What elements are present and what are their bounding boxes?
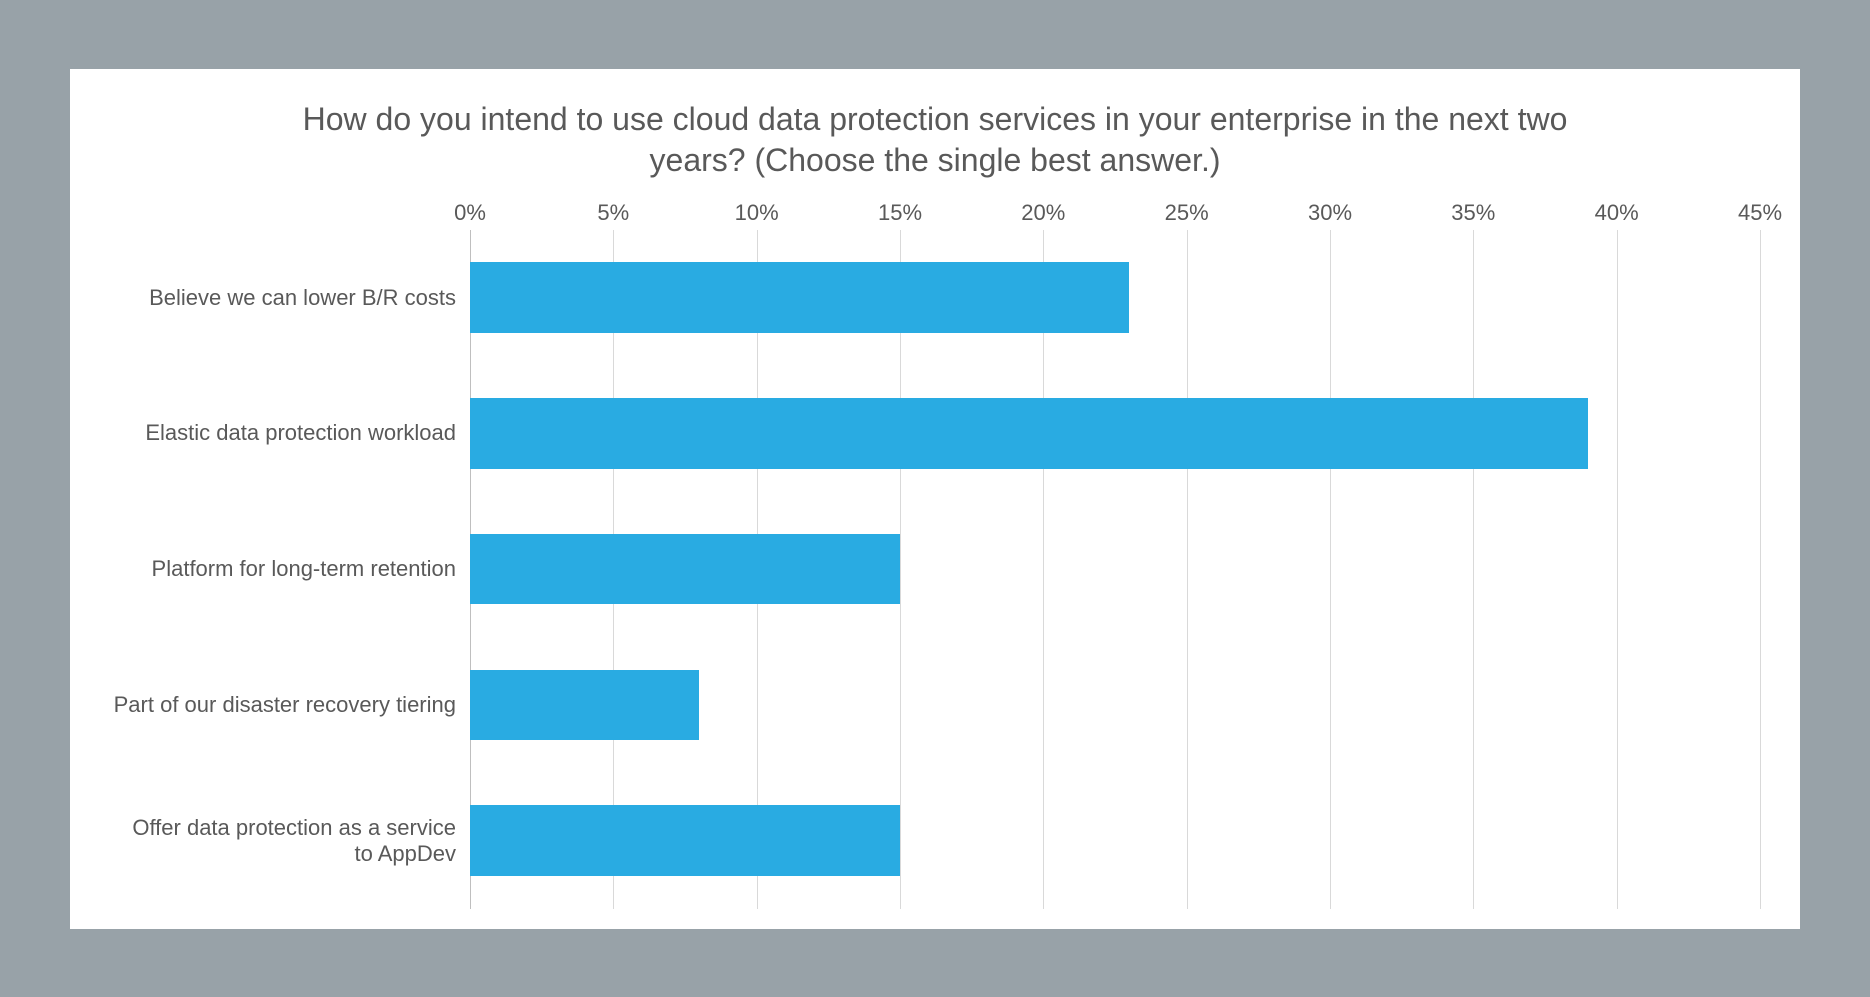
bar-row	[470, 637, 1760, 773]
x-tick-label: 40%	[1595, 200, 1639, 226]
x-tick-label: 20%	[1021, 200, 1065, 226]
bar-row	[470, 773, 1760, 909]
bar	[470, 262, 1129, 333]
bars-area	[470, 230, 1760, 909]
category-label: Elastic data protection workload	[110, 365, 470, 501]
category-labels: Believe we can lower B/R costsElastic da…	[110, 230, 470, 909]
category-label: Offer data protection as a service to Ap…	[110, 773, 470, 909]
x-tick-label: 15%	[878, 200, 922, 226]
bar	[470, 805, 900, 876]
bar-row	[470, 365, 1760, 501]
chart-title: How do you intend to use cloud data prot…	[285, 99, 1585, 182]
bar-row	[470, 230, 1760, 366]
x-tick-label: 35%	[1451, 200, 1495, 226]
plot-area: Believe we can lower B/R costsElastic da…	[110, 230, 1760, 909]
category-label: Platform for long-term retention	[110, 501, 470, 637]
bar-row	[470, 501, 1760, 637]
x-tick-label: 45%	[1738, 200, 1782, 226]
x-axis-ticks: 0%5%10%15%20%25%30%35%40%45%	[470, 200, 1760, 230]
bars	[470, 230, 1760, 909]
x-tick-label: 5%	[597, 200, 629, 226]
gridline	[1760, 230, 1761, 909]
x-axis-row: 0%5%10%15%20%25%30%35%40%45%	[110, 200, 1760, 230]
chart-card: How do you intend to use cloud data prot…	[70, 69, 1800, 929]
bar	[470, 670, 699, 741]
category-label: Part of our disaster recovery tiering	[110, 637, 470, 773]
x-tick-label: 30%	[1308, 200, 1352, 226]
x-tick-label: 0%	[454, 200, 486, 226]
x-tick-label: 25%	[1165, 200, 1209, 226]
chart-body: 0%5%10%15%20%25%30%35%40%45% Believe we …	[110, 200, 1760, 909]
category-label: Believe we can lower B/R costs	[110, 230, 470, 366]
x-tick-label: 10%	[735, 200, 779, 226]
bar	[470, 398, 1588, 469]
y-label-spacer	[110, 200, 470, 230]
bar	[470, 534, 900, 605]
